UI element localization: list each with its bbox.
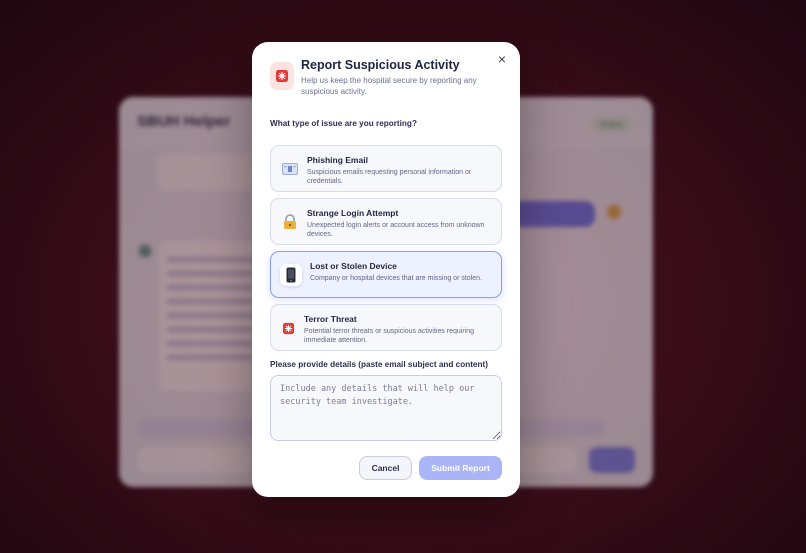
alarm-light-icon (270, 62, 294, 90)
option-title: Strange Login Attempt (307, 208, 399, 218)
option-strange-login[interactable]: Strange Login Attempt Unexpected login a… (270, 198, 502, 245)
option-terror-threat[interactable]: Terror Threat Potential terror threats o… (270, 304, 502, 351)
dialog-subtitle: Help us keep the hospital secure by repo… (301, 76, 477, 96)
option-title: Phishing Email (307, 155, 368, 165)
option-description: Unexpected login alerts or account acces… (307, 222, 485, 238)
option-description: Company or hospital devices that are mis… (310, 275, 482, 282)
details-textarea[interactable] (270, 375, 502, 441)
option-description: Suspicious emails requesting personal in… (307, 169, 472, 185)
option-title: Terror Threat (304, 314, 357, 324)
report-dialog: × Report Suspicious Activity Help us kee… (252, 42, 520, 497)
option-description: Potential terror threats or suspicious a… (304, 328, 475, 344)
email-icon (281, 160, 299, 178)
submit-report-button[interactable]: Submit Report (419, 456, 502, 480)
issue-type-question: What type of issue are you reporting? (270, 119, 417, 128)
details-label: Please provide details (paste email subj… (270, 360, 488, 369)
option-phishing-email[interactable]: Phishing Email Suspicious emails request… (270, 145, 502, 192)
dialog-title: Report Suspicious Activity (301, 58, 460, 72)
option-lost-stolen-device[interactable]: Lost or Stolen Device Company or hospita… (270, 251, 502, 298)
background-bot-avatar (139, 245, 151, 257)
cancel-button[interactable]: Cancel (359, 456, 412, 480)
background-user-avatar (607, 205, 621, 219)
close-icon[interactable]: × (495, 52, 509, 66)
mobile-phone-icon (280, 264, 302, 286)
option-title: Lost or Stolen Device (310, 261, 397, 271)
background-status-badge: Online (591, 117, 631, 132)
lock-icon (281, 213, 299, 231)
alarm-light-icon (279, 319, 297, 337)
background-send-button (589, 447, 635, 473)
background-app-title: SBUH Helper (137, 113, 231, 130)
